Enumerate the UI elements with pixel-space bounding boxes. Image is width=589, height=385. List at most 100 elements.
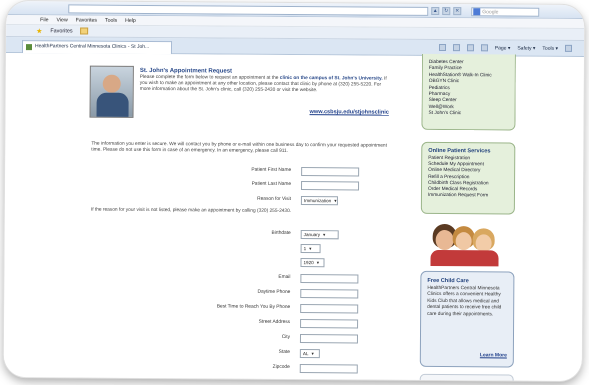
refresh-icon[interactable]: ↻ <box>442 7 451 16</box>
online-services-box: Online Patient Services Patient Registra… <box>420 141 516 215</box>
service-link[interactable]: St John's Clinic <box>429 111 509 118</box>
city-row: City <box>90 333 390 345</box>
search-placeholder: Google <box>482 9 499 16</box>
lock-icon[interactable]: ▲ <box>431 6 440 16</box>
tab-active[interactable]: HealthPartners Central Minnesota Clinics… <box>21 40 173 55</box>
zip-label: Zipcode <box>272 364 290 370</box>
daytime-phone-label: Daytime Phone <box>257 289 291 295</box>
last-name-label: Patient Last Name <box>251 181 292 187</box>
photo-person-head <box>102 74 121 93</box>
email-label: Email <box>278 274 291 280</box>
best-time-row: Best Time to Reach You By Phone <box>90 303 390 315</box>
state-label: State <box>278 349 290 355</box>
tools-menu[interactable]: Tools ▾ <box>542 45 558 51</box>
reason-select[interactable]: Immunization ▾ <box>300 196 338 206</box>
zip-input[interactable] <box>299 364 358 374</box>
first-name-input[interactable] <box>301 167 360 177</box>
state-row: State AL ▾ <box>90 348 390 360</box>
learn-more-link[interactable]: Learn More <box>480 352 507 358</box>
daytime-phone-row: Daytime Phone <box>90 288 390 300</box>
email-row: Email <box>90 273 390 285</box>
secure-note: The information you enter is secure. We … <box>91 141 387 155</box>
clinic-photo <box>89 65 134 118</box>
birth-day-row: 1 ▾ <box>91 243 391 255</box>
page-menu[interactable]: Page ▾ <box>495 45 511 51</box>
intro-text-a: Please complete the form below to reques… <box>139 74 280 81</box>
add-favorite-icon[interactable] <box>80 27 89 35</box>
chevron-down-icon: ▾ <box>316 260 320 266</box>
home-icon[interactable] <box>438 44 446 52</box>
online-service-link[interactable]: Immunization Request Form <box>428 193 508 200</box>
birth-month-value: January <box>303 232 321 238</box>
birth-year-select[interactable]: 1920 ▾ <box>300 258 325 268</box>
children-clothes <box>430 249 499 267</box>
daytime-phone-input[interactable] <box>300 289 359 299</box>
children-photo <box>428 222 500 267</box>
first-name-row: Patient First Name <box>91 166 391 178</box>
last-name-input[interactable] <box>301 181 360 191</box>
free-child-care-box: Free Child Care HealthPartners Central M… <box>419 270 515 368</box>
reason-row: Reason for Visit Immunization ▾ <box>91 195 391 207</box>
tab-title: HealthPartners Central Minnesota Clinics… <box>34 43 150 50</box>
chevron-down-icon: ▾ <box>311 351 314 357</box>
command-bar: Page ▾ Safety ▾ Tools ▾ <box>438 44 573 52</box>
reason-select-value: Immunization <box>303 198 332 204</box>
city-label: City <box>281 334 290 340</box>
state-select-value: AL <box>302 351 309 357</box>
street-label: Street Address <box>258 319 291 325</box>
feeds-icon[interactable] <box>452 44 460 52</box>
street-input[interactable] <box>300 319 359 329</box>
menu-tools[interactable]: Tools <box>105 17 117 23</box>
city-input[interactable] <box>299 334 359 344</box>
first-name-label: Patient First Name <box>251 167 292 173</box>
next-sidebar-box <box>419 373 514 382</box>
help-icon[interactable] <box>564 44 573 52</box>
search-input[interactable]: Google <box>471 7 540 17</box>
chevron-down-icon: ▾ <box>334 198 337 204</box>
child-face <box>435 229 454 251</box>
birth-day-select[interactable]: 1 ▾ <box>300 244 321 254</box>
address-bar-icons: ▲ ↻ ✕ <box>431 6 462 16</box>
photo-person-body <box>96 92 129 118</box>
intro-text: Please complete the form below to reques… <box>140 75 390 95</box>
child-face <box>455 232 472 251</box>
zip-row: Zipcode <box>90 363 390 375</box>
reason-note: If the reason for your visit is not list… <box>90 207 292 214</box>
clinic-website-link[interactable]: www.csbsju.edu/stjohnsclinic <box>310 109 389 116</box>
child-care-title: Free Child Care <box>427 277 469 285</box>
search-engine-icon <box>473 8 481 16</box>
services-list: Diabetes Center Family Practice HealthSt… <box>421 53 516 131</box>
menu-help[interactable]: Help <box>125 17 136 23</box>
safety-menu[interactable]: Safety ▾ <box>517 45 535 51</box>
favorites-star-icon[interactable]: ★ <box>36 27 42 35</box>
url-input[interactable] <box>68 4 429 16</box>
favorites-label[interactable]: Favorites <box>50 28 72 34</box>
site-favicon-icon <box>25 44 33 51</box>
child-care-text: HealthPartners Central Minnesota Clinics… <box>427 285 502 318</box>
chevron-down-icon: ▾ <box>309 246 312 252</box>
birth-month-select[interactable]: January ▾ <box>300 230 339 240</box>
birth-year-value: 1920 <box>303 260 314 266</box>
menu-file[interactable]: File <box>40 17 48 23</box>
reason-label: Reason for Visit <box>257 196 291 202</box>
email-input[interactable] <box>300 274 359 284</box>
birthdate-label: Birthdate <box>271 230 291 236</box>
birth-day-value: 1 <box>303 246 307 252</box>
page-title: St. John's Appointment Request <box>139 67 233 75</box>
best-time-label: Best Time to Reach You By Phone <box>216 304 291 310</box>
menu-favorites[interactable]: Favorites <box>76 17 97 23</box>
online-services-title: Online Patient Services <box>428 147 491 155</box>
state-select[interactable]: AL ▾ <box>299 349 320 359</box>
browser-window: ▲ ↻ ✕ Google File View Favorites Tools H… <box>3 0 585 382</box>
print-icon[interactable] <box>480 44 488 52</box>
birth-year-row: 1920 ▾ <box>90 257 390 269</box>
stop-icon[interactable]: ✕ <box>453 7 462 16</box>
birthdate-row: Birthdate January ▾ <box>91 229 391 241</box>
mail-icon[interactable] <box>466 44 474 52</box>
best-time-input[interactable] <box>300 304 359 314</box>
intro-text-bold: clinic on the campus of St. John's Unive… <box>279 75 383 82</box>
chevron-down-icon: ▾ <box>323 232 326 238</box>
menu-view[interactable]: View <box>57 17 68 23</box>
street-row: Street Address <box>90 318 390 330</box>
web-page: St. John's Appointment Request Please co… <box>3 52 584 382</box>
